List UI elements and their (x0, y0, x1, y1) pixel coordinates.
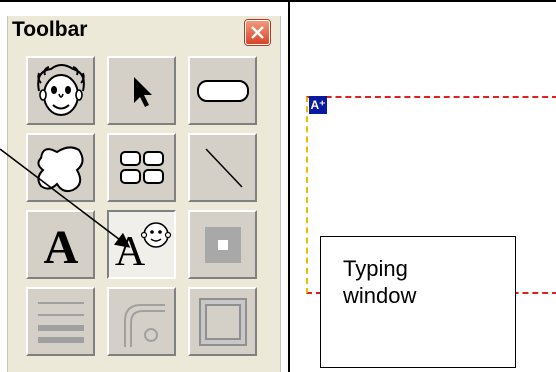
callout-arrow-icon (0, 148, 131, 248)
